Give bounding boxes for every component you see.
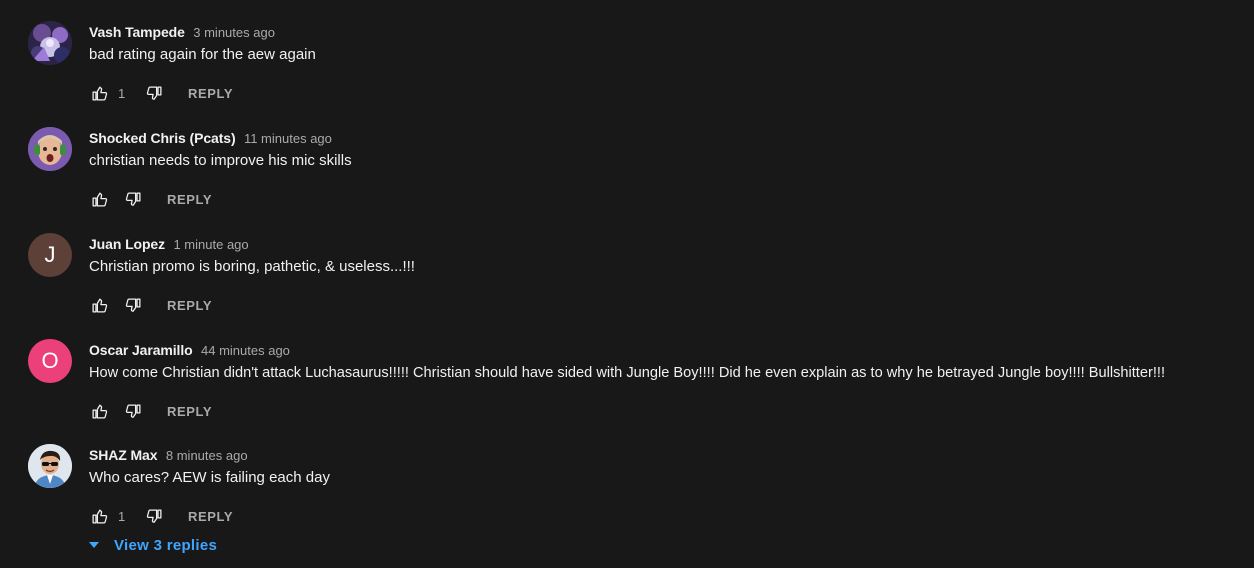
like-button[interactable] <box>89 83 109 103</box>
comment-text: christian needs to improve his mic skill… <box>89 152 352 169</box>
author-name[interactable]: Vash Tampede <box>89 24 185 40</box>
comment-body: Vash Tampede 3 minutes ago bad rating ag… <box>89 21 1248 65</box>
like-button[interactable] <box>89 401 109 421</box>
comment: J Juan Lopez 1 minute ago Christian prom… <box>28 233 1248 329</box>
comment-timestamp[interactable]: 1 minute ago <box>173 237 248 252</box>
comment-body: Oscar Jaramillo 44 minutes ago How come … <box>89 339 1248 383</box>
comment-body: Shocked Chris (Pcats) 11 minutes ago chr… <box>89 127 1248 171</box>
author-name[interactable]: Shocked Chris (Pcats) <box>89 130 236 146</box>
anime-art-avatar-icon <box>28 21 72 65</box>
dislike-button[interactable] <box>123 189 143 209</box>
dislike-button[interactable] <box>123 295 143 315</box>
thumbs-up-icon <box>91 297 107 313</box>
comment-timestamp[interactable]: 8 minutes ago <box>166 448 248 463</box>
comment-actions: REPLY <box>89 291 212 319</box>
author-name[interactable]: Juan Lopez <box>89 236 165 252</box>
thumbs-up-icon <box>91 508 107 524</box>
dislike-button[interactable] <box>144 83 164 103</box>
comment-text: Christian promo is boring, pathetic, & u… <box>89 258 415 275</box>
caret-down-icon <box>89 542 99 548</box>
comment-thread: Vash Tampede 3 minutes ago bad rating ag… <box>0 0 1254 568</box>
comment-header: Oscar Jaramillo 44 minutes ago <box>89 339 1248 361</box>
avatar[interactable]: O <box>28 339 72 383</box>
like-button[interactable] <box>89 295 109 315</box>
view-replies-button[interactable]: View 3 replies <box>88 535 217 555</box>
avatar[interactable]: J <box>28 233 72 277</box>
reply-button[interactable]: REPLY <box>167 298 212 313</box>
comment: O Oscar Jaramillo 44 minutes ago How com… <box>28 339 1248 435</box>
view-replies-label: View 3 replies <box>114 536 218 554</box>
author-name[interactable]: Oscar Jaramillo <box>89 342 193 358</box>
avatar-letter: J <box>44 242 56 267</box>
comment: Shocked Chris (Pcats) 11 minutes ago chr… <box>28 127 1248 223</box>
avatar[interactable] <box>28 127 72 171</box>
author-name[interactable]: SHAZ Max <box>89 447 158 463</box>
avatar[interactable] <box>28 444 72 488</box>
comment-actions: REPLY <box>89 397 212 425</box>
thumbs-down-icon <box>146 508 162 523</box>
reply-button[interactable]: REPLY <box>188 86 233 101</box>
dislike-button[interactable] <box>123 401 143 421</box>
comment: SHAZ Max 8 minutes ago Who cares? AEW is… <box>28 444 1248 540</box>
comment-header: Juan Lopez 1 minute ago <box>89 233 1248 255</box>
shocked-face-avatar-icon <box>28 127 72 171</box>
comment-timestamp[interactable]: 44 minutes ago <box>201 343 290 358</box>
comment-text: Who cares? AEW is failing each day <box>89 469 330 486</box>
reply-button[interactable]: REPLY <box>188 509 233 524</box>
comment-text: bad rating again for the aew again <box>89 46 316 63</box>
comment-actions: 1 REPLY <box>89 502 233 530</box>
comment-timestamp[interactable]: 3 minutes ago <box>193 25 275 40</box>
reply-button[interactable]: REPLY <box>167 192 212 207</box>
like-count: 1 <box>118 85 126 101</box>
comment-header: Vash Tampede 3 minutes ago <box>89 21 1248 43</box>
thumbs-up-icon <box>91 191 107 207</box>
thumbs-up-icon <box>91 85 107 101</box>
comment-body: Juan Lopez 1 minute ago Christian promo … <box>89 233 1248 277</box>
like-count: 1 <box>118 508 126 524</box>
thumbs-down-icon <box>125 191 141 206</box>
like-button[interactable] <box>89 189 109 209</box>
person-with-sunglasses-avatar-icon <box>28 444 72 488</box>
reply-button[interactable]: REPLY <box>167 404 212 419</box>
avatar[interactable] <box>28 21 72 65</box>
comment-timestamp[interactable]: 11 minutes ago <box>244 131 332 146</box>
comment-actions: REPLY <box>89 185 212 213</box>
comment-header: Shocked Chris (Pcats) 11 minutes ago <box>89 127 1248 149</box>
thumbs-down-icon <box>146 85 162 100</box>
comment-actions: 1 REPLY <box>89 79 233 107</box>
like-button[interactable] <box>89 506 109 526</box>
comment: Vash Tampede 3 minutes ago bad rating ag… <box>28 21 1248 117</box>
thumbs-up-icon <box>91 403 107 419</box>
comment-header: SHAZ Max 8 minutes ago <box>89 444 1248 466</box>
comment-text: How come Christian didn't attack Luchasa… <box>89 365 1166 381</box>
thumbs-down-icon <box>125 403 141 418</box>
dislike-button[interactable] <box>144 506 164 526</box>
comment-body: SHAZ Max 8 minutes ago Who cares? AEW is… <box>89 444 1248 488</box>
thumbs-down-icon <box>125 297 141 312</box>
avatar-letter: O <box>41 348 59 373</box>
